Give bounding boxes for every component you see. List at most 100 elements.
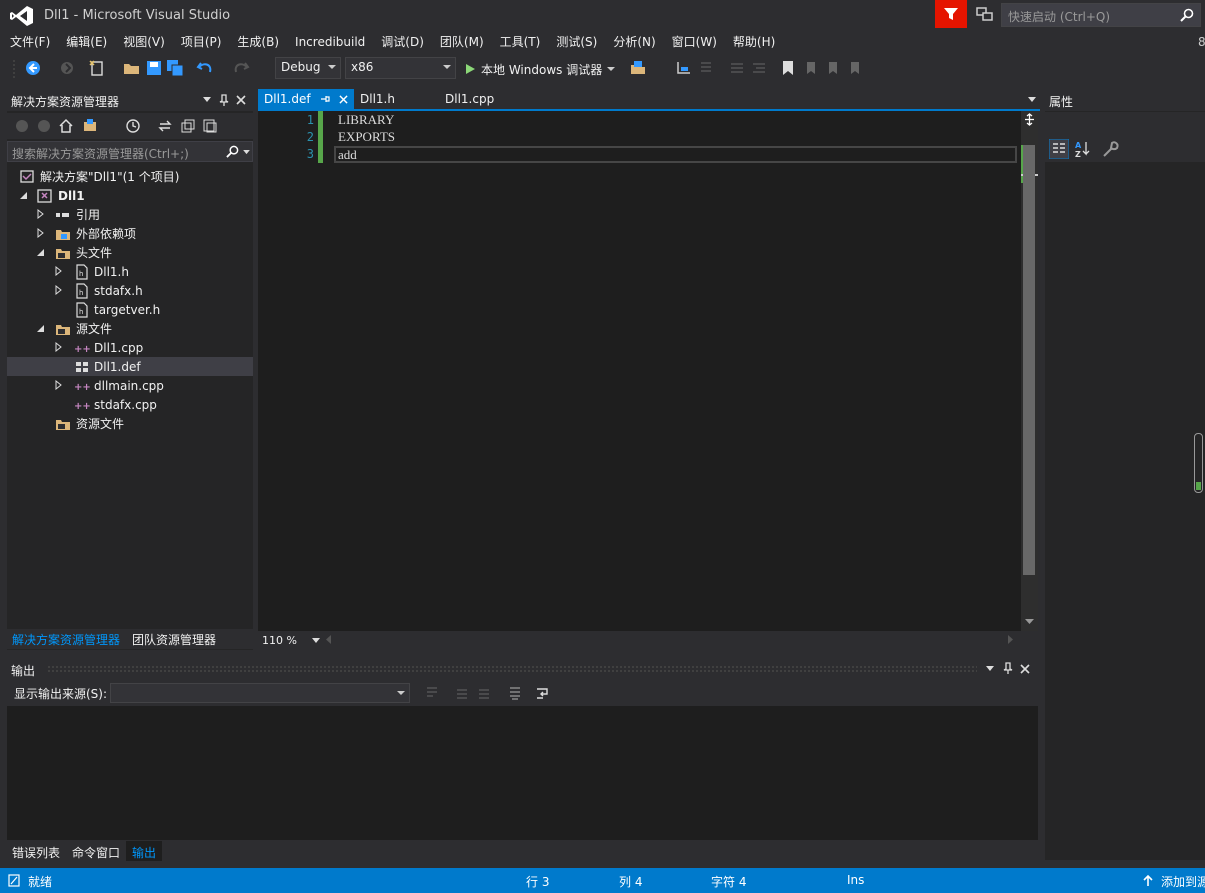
close-icon[interactable] <box>1020 664 1030 674</box>
alphabetical-icon[interactable]: AZ <box>1074 139 1092 159</box>
chevron-down-icon[interactable] <box>243 150 250 155</box>
split-icon[interactable] <box>1023 113 1036 126</box>
find-in-files-icon[interactable] <box>630 59 648 77</box>
tab-command-window[interactable]: 命令窗口 <box>72 844 120 861</box>
expanded-triangle-icon[interactable] <box>36 248 46 258</box>
show-all-files-icon[interactable] <box>202 118 218 134</box>
code-line[interactable]: EXPORTS <box>338 129 395 145</box>
output-window-icon[interactable] <box>8 874 20 887</box>
tree-node-dll1-h[interactable]: h Dll1.h <box>7 262 253 281</box>
tab-solution-explorer[interactable]: 解决方案资源管理器 <box>12 631 120 648</box>
clear-bookmarks-icon[interactable] <box>845 59 863 77</box>
output-grip[interactable] <box>47 665 977 673</box>
pin-icon[interactable] <box>219 94 229 107</box>
menu-help[interactable]: 帮助(H) <box>727 32 781 52</box>
code-editor[interactable]: 1 2 3 LIBRARY EXPORTS add <box>258 111 1021 631</box>
tab-dropdown-icon[interactable] <box>1028 97 1036 103</box>
code-line[interactable]: LIBRARY <box>338 112 394 128</box>
tab-dll1-h[interactable]: Dll1.h <box>360 92 395 106</box>
sync-icon[interactable] <box>157 118 173 134</box>
word-wrap-icon[interactable] <box>535 685 551 701</box>
menu-file[interactable]: 文件(F) <box>4 32 56 52</box>
output-source-combo[interactable] <box>110 683 410 703</box>
tree-node-resource-files[interactable]: 资源文件 <box>7 414 253 433</box>
find-message-icon[interactable] <box>424 685 440 701</box>
editor-horizontal-scrollbar[interactable]: 110 % <box>258 631 1038 649</box>
home-icon[interactable] <box>58 118 74 134</box>
switch-views-icon[interactable] <box>82 118 98 134</box>
menu-view[interactable]: 视图(V) <box>117 32 171 52</box>
close-icon[interactable] <box>236 95 246 105</box>
scroll-right-icon[interactable] <box>1008 635 1014 644</box>
tree-node-source-files[interactable]: 源文件 <box>7 319 253 338</box>
collapsed-triangle-icon[interactable] <box>36 209 46 219</box>
chevron-down-icon[interactable] <box>203 97 211 103</box>
step-icon[interactable] <box>675 59 693 77</box>
properties-object-selector[interactable] <box>1045 112 1205 136</box>
tree-node-solution[interactable]: 解决方案"Dll1"(1 个项目) <box>7 167 253 186</box>
prev-message-icon[interactable] <box>454 685 470 701</box>
collapsed-triangle-icon[interactable] <box>54 342 64 352</box>
prev-bookmark-icon[interactable] <box>801 59 819 77</box>
tree-node-targetver-h[interactable]: h targetver.h <box>7 300 253 319</box>
tab-dll1-def[interactable]: Dll1.def <box>258 89 354 110</box>
chevron-down-icon[interactable] <box>986 666 994 672</box>
toolbar-grip[interactable] <box>12 59 16 79</box>
scroll-down-icon[interactable] <box>1025 619 1034 625</box>
search-icon[interactable] <box>226 145 239 158</box>
tab-output[interactable]: 输出 <box>132 844 156 861</box>
menu-debug[interactable]: 调试(D) <box>375 32 430 52</box>
editor-scroll-thumb[interactable] <box>1023 145 1035 575</box>
back-icon[interactable] <box>15 119 29 133</box>
save-all-icon[interactable] <box>166 59 184 77</box>
quick-launch-box[interactable]: 快速启动 (Ctrl+Q) <box>1001 3 1201 27</box>
tree-node-stdafx-cpp[interactable]: ++ stdafx.cpp <box>7 395 253 414</box>
chevron-down-icon[interactable] <box>312 638 320 644</box>
menu-tools[interactable]: 工具(T) <box>494 32 547 52</box>
navigate-forward-icon[interactable] <box>58 59 76 77</box>
undo-icon[interactable] <box>196 59 214 77</box>
comment-icon[interactable] <box>728 59 746 77</box>
save-icon[interactable] <box>145 59 163 77</box>
tree-node-stdafx-h[interactable]: h stdafx.h <box>7 281 253 300</box>
pending-changes-icon[interactable] <box>125 118 141 134</box>
collapsed-triangle-icon[interactable] <box>36 228 46 238</box>
solution-platform-combo[interactable]: x86 <box>345 57 456 79</box>
categorized-icon[interactable] <box>1049 139 1069 159</box>
solution-config-combo[interactable]: Debug <box>275 57 341 79</box>
notification-flag-icon[interactable] <box>935 0 967 28</box>
output-text-area[interactable] <box>7 706 1038 840</box>
pin-icon[interactable] <box>320 94 330 105</box>
collapsed-triangle-icon[interactable] <box>54 380 64 390</box>
tree-node-references[interactable]: 引用 <box>7 205 253 224</box>
tab-dll1-cpp[interactable]: Dll1.cpp <box>445 92 494 106</box>
property-pages-icon[interactable] <box>1102 140 1120 158</box>
menu-edit[interactable]: 编辑(E) <box>60 32 113 52</box>
tree-node-project[interactable]: Dll1 <box>7 186 253 205</box>
zoom-level[interactable]: 110 % <box>262 634 297 647</box>
bookmark-icon[interactable] <box>779 59 797 77</box>
step-out-icon[interactable] <box>697 59 715 77</box>
menu-window[interactable]: 窗口(W) <box>666 32 723 52</box>
scroll-left-icon[interactable] <box>326 635 332 644</box>
forward-icon[interactable] <box>37 119 51 133</box>
next-message-icon[interactable] <box>476 685 492 701</box>
collapse-all-icon[interactable] <box>180 118 196 134</box>
close-icon[interactable] <box>339 95 348 104</box>
feedback-icon[interactable] <box>975 5 995 23</box>
solution-explorer-search-input[interactable]: 搜索解决方案资源管理器(Ctrl+;) <box>7 141 253 162</box>
next-bookmark-icon[interactable] <box>823 59 841 77</box>
collapsed-triangle-icon[interactable] <box>54 266 64 276</box>
menu-team[interactable]: 团队(M) <box>434 32 490 52</box>
tab-team-explorer[interactable]: 团队资源管理器 <box>132 631 216 648</box>
uncomment-icon[interactable] <box>750 59 768 77</box>
expanded-triangle-icon[interactable] <box>36 324 46 334</box>
collapsed-triangle-icon[interactable] <box>54 285 64 295</box>
tree-node-dllmain-cpp[interactable]: ++ dllmain.cpp <box>7 376 253 395</box>
navigate-back-icon[interactable] <box>24 59 42 77</box>
menu-analyze[interactable]: 分析(N) <box>607 32 661 52</box>
tree-node-dll1-def[interactable]: Dll1.def <box>7 357 253 376</box>
tree-node-dll1-cpp[interactable]: ++ Dll1.cpp <box>7 338 253 357</box>
search-icon[interactable] <box>1180 8 1194 22</box>
tree-node-external-dependencies[interactable]: 外部依赖项 <box>7 224 253 243</box>
